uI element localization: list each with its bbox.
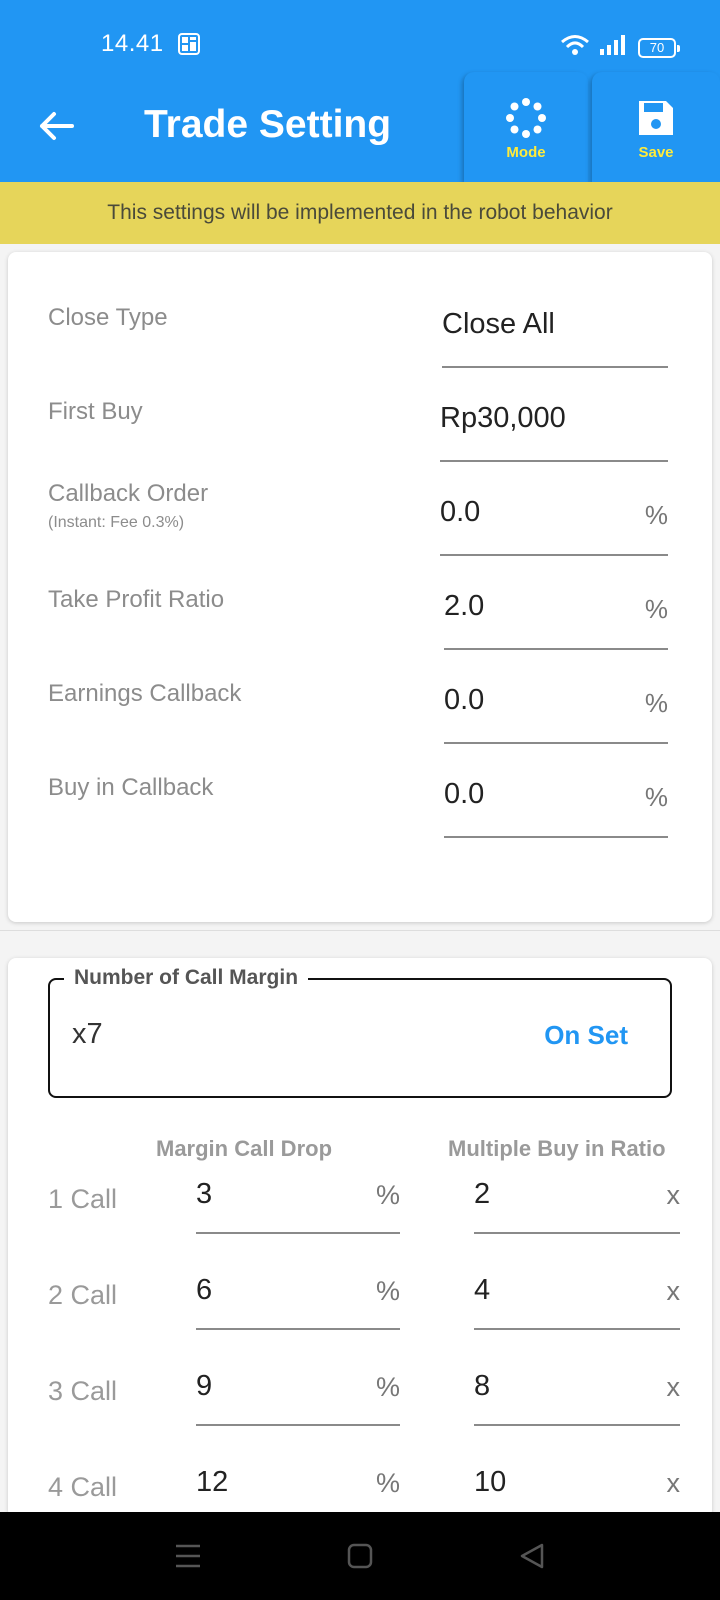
notification-app-icon xyxy=(178,33,200,60)
percent-unit: % xyxy=(375,1372,400,1402)
margin-call-drop-value: 3 xyxy=(196,1178,213,1210)
callback-order-field[interactable]: 0.0 % xyxy=(440,462,668,556)
signal-icon xyxy=(600,35,628,60)
percent-unit: % xyxy=(375,1180,400,1210)
callback-order-value: 0.0 xyxy=(440,496,481,528)
number-of-call-margin-box: Number of Call Margin x7 On Set xyxy=(48,966,672,1098)
call-row-label: 1 Call xyxy=(48,1184,118,1214)
take-profit-ratio-value: 2.0 xyxy=(444,590,485,622)
margin-call-drop-value: 12 xyxy=(196,1466,229,1498)
buy-in-ratio-field[interactable]: 4 x xyxy=(474,1252,680,1330)
multiplier-unit: x xyxy=(666,1468,681,1498)
take-profit-ratio-unit: % xyxy=(644,594,668,624)
buy-in-ratio-field[interactable]: 8 x xyxy=(474,1348,680,1426)
back-button[interactable] xyxy=(36,106,76,146)
arrow-left-icon xyxy=(40,112,74,140)
mode-icon xyxy=(505,98,547,138)
first-buy-field[interactable]: Rp30,000 xyxy=(440,368,668,462)
buy-in-ratio-value: 10 xyxy=(474,1466,507,1498)
earnings-callback-field[interactable]: 0.0 % xyxy=(444,650,668,744)
menu-icon xyxy=(176,1544,200,1568)
margin-call-drop-value: 6 xyxy=(196,1274,213,1306)
buy-in-ratio-value: 8 xyxy=(474,1370,491,1402)
first-buy-label: First Buy xyxy=(48,398,143,425)
system-nav-bar xyxy=(0,1512,720,1600)
earnings-callback-unit: % xyxy=(644,688,668,718)
margin-call-drop-field[interactable]: 6 % xyxy=(196,1252,400,1330)
save-button[interactable]: Save xyxy=(592,72,720,182)
back-triangle-icon xyxy=(520,1543,544,1569)
earnings-callback-value: 0.0 xyxy=(444,684,485,716)
margin-call-drop-field[interactable]: 9 % xyxy=(196,1348,400,1426)
earnings-callback-label: Earnings Callback xyxy=(48,680,242,707)
buy-in-callback-unit: % xyxy=(644,782,668,812)
buy-in-ratio-value: 4 xyxy=(474,1274,491,1306)
call-row-label: 3 Call xyxy=(48,1376,118,1406)
home-nav-button[interactable] xyxy=(336,1532,384,1580)
buy-in-callback-field[interactable]: 0.0 % xyxy=(444,744,668,838)
buy-in-ratio-field[interactable]: 2 x xyxy=(474,1156,680,1234)
call-margin-card: Number of Call Margin x7 On Set Margin C… xyxy=(8,958,712,1522)
call-row-label: 4 Call xyxy=(48,1472,118,1502)
save-icon xyxy=(637,98,675,138)
close-type-field[interactable]: Close All xyxy=(442,274,668,368)
percent-unit: % xyxy=(375,1276,400,1306)
take-profit-ratio-field[interactable]: 2.0 % xyxy=(444,556,668,650)
mode-label: Mode xyxy=(506,144,546,161)
buy-in-callback-value: 0.0 xyxy=(444,778,485,810)
multiplier-unit: x xyxy=(666,1180,681,1210)
status-time: 14.41 xyxy=(101,30,164,57)
on-set-button[interactable]: On Set xyxy=(544,1020,628,1051)
callback-order-unit: % xyxy=(644,500,668,530)
margin-call-drop-field[interactable]: 3 % xyxy=(196,1156,400,1234)
first-buy-value: Rp30,000 xyxy=(440,402,566,434)
save-label: Save xyxy=(638,144,674,161)
percent-unit: % xyxy=(375,1468,400,1498)
close-type-label: Close Type xyxy=(48,304,168,331)
multiplier-unit: x xyxy=(666,1276,681,1306)
trade-settings-card: Close Type Close All First Buy Rp30,000 … xyxy=(8,252,712,922)
margin-call-drop-field[interactable]: 12 % xyxy=(196,1444,400,1522)
margin-call-drop-value: 9 xyxy=(196,1370,213,1402)
number-of-call-margin-value: x7 xyxy=(72,1018,103,1050)
buy-in-ratio-value: 2 xyxy=(474,1178,491,1210)
multiplier-unit: x xyxy=(666,1372,681,1402)
wifi-icon xyxy=(560,34,590,61)
take-profit-ratio-label: Take Profit Ratio xyxy=(48,586,225,613)
call-row-label: 2 Call xyxy=(48,1280,118,1310)
page-title: Trade Setting xyxy=(144,103,392,146)
notice-banner: This settings will be implemented in the… xyxy=(0,182,720,244)
menu-nav-button[interactable] xyxy=(164,1532,212,1580)
buy-in-ratio-field[interactable]: 10 x xyxy=(474,1444,680,1522)
app-header: 14.41 70 Trade Setting Mode Save xyxy=(0,0,720,182)
number-of-call-margin-legend: Number of Call Margin xyxy=(64,966,309,990)
status-bar: 14.41 70 xyxy=(0,0,720,70)
mode-button[interactable]: Mode xyxy=(464,72,588,182)
back-nav-button[interactable] xyxy=(508,1532,556,1580)
buy-in-callback-label: Buy in Callback xyxy=(48,774,214,801)
battery-icon: 70 xyxy=(638,37,680,58)
callback-order-label: Callback Order xyxy=(48,480,209,507)
home-square-icon xyxy=(347,1543,373,1569)
close-type-value: Close All xyxy=(442,308,555,340)
section-divider xyxy=(0,930,720,931)
callback-order-sublabel: (Instant: Fee 0.3%) xyxy=(48,514,185,531)
